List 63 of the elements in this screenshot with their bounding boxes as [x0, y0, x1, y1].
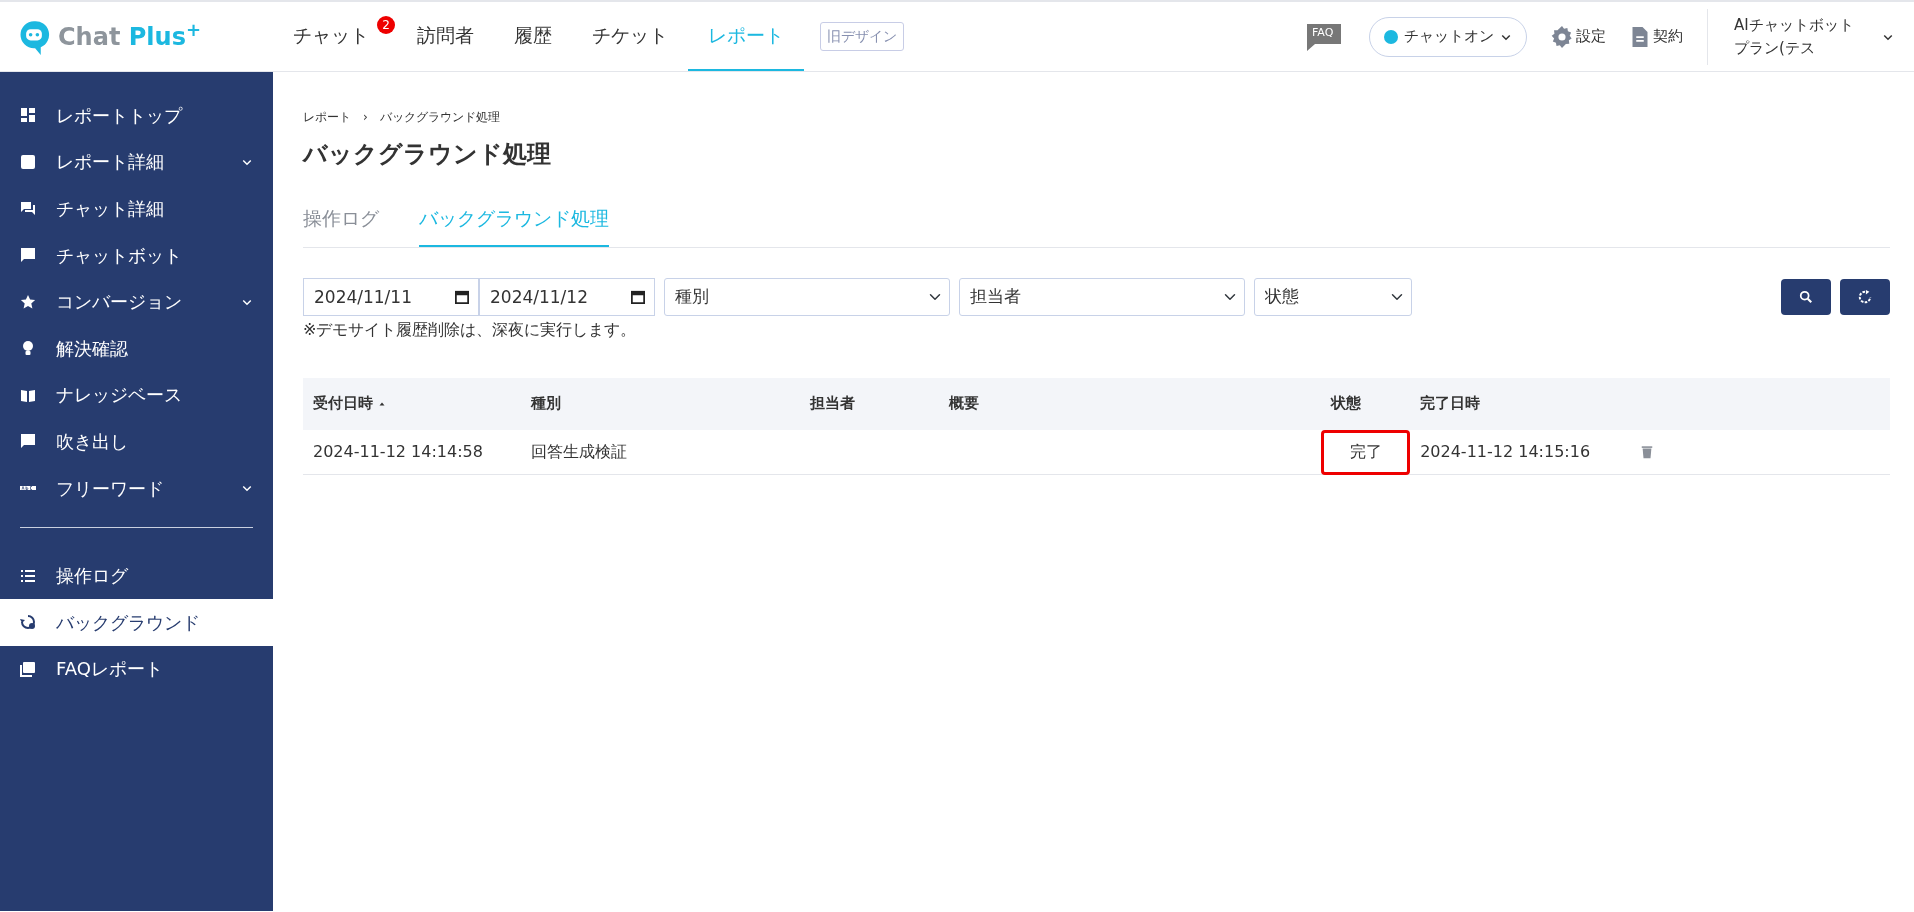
sidebar-item[interactable]: 吹き出し: [0, 418, 273, 465]
abc-icon: [20, 486, 36, 491]
refresh-button[interactable]: [1840, 278, 1890, 315]
faq-icon: [20, 660, 36, 677]
sidebar-item[interactable]: 操作ログ: [0, 552, 273, 599]
sidebar-item[interactable]: 解決確認: [0, 324, 273, 372]
contract-link[interactable]: 契約: [1630, 25, 1683, 48]
history-icon: [20, 614, 36, 631]
nav-tab[interactable]: チケット: [572, 2, 688, 71]
settings-link[interactable]: 設定: [1551, 25, 1606, 48]
message-icon: [20, 247, 36, 264]
column-header: 状態: [1321, 377, 1411, 430]
date-field[interactable]: 2024/11/11: [303, 277, 479, 316]
column-header: 完了日時: [1410, 377, 1631, 430]
table-cell: 2024-11-12 14:14:58: [313, 441, 483, 461]
chat-status-dropdown[interactable]: チャットオン: [1369, 16, 1527, 57]
page-title: バックグラウンド処理: [303, 139, 552, 170]
note-text: ※デモサイト履歴削除は、深夜に実行します。: [303, 318, 638, 341]
dashboard-icon: [20, 107, 36, 124]
breadcrumb-separator: ›: [363, 109, 368, 126]
column-header: 担当者: [800, 377, 939, 430]
logo-text: Chat Plus$^{+}$: [58, 18, 201, 53]
calendar-icon: [455, 289, 469, 304]
trash-icon[interactable]: [1640, 444, 1655, 461]
column-header: 概要: [939, 377, 1322, 430]
document-icon: [1630, 25, 1650, 48]
filter-select[interactable]: 担当者: [959, 277, 1245, 316]
sidebar-item[interactable]: レポート詳細: [0, 138, 273, 186]
nav-tab[interactable]: 履歴: [494, 2, 572, 71]
logo-icon: [18, 18, 50, 55]
search-icon: [1799, 289, 1813, 304]
settings-icon: [1551, 25, 1573, 48]
star-icon: [20, 293, 36, 310]
breadcrumb-link[interactable]: バックグラウンド処理: [379, 108, 500, 126]
list-icon: [20, 567, 36, 584]
filter-select[interactable]: 種別: [664, 277, 950, 316]
nav-tab[interactable]: 訪問者: [397, 2, 494, 71]
sidebar-item[interactable]: FAQレポート: [0, 645, 273, 693]
account-name[interactable]: AIチャットボットプラン(テス: [1734, 14, 1864, 59]
calendar-icon: [631, 289, 645, 304]
table-cell: 完了: [1349, 441, 1382, 461]
breadcrumb-link[interactable]: レポート: [303, 108, 351, 126]
refresh-icon: [1858, 289, 1872, 304]
column-header[interactable]: 受付日時: [303, 377, 521, 430]
sidebar-item[interactable]: コンバージョン: [0, 278, 273, 325]
chats-icon: [20, 200, 36, 217]
sidebar-item[interactable]: ナレッジベース: [0, 371, 273, 419]
bulb-icon: [20, 340, 36, 357]
sidebar-item[interactable]: バックグラウンド: [0, 598, 273, 646]
search-button[interactable]: [1781, 278, 1831, 315]
sidebar-item[interactable]: チャット詳細: [0, 185, 273, 232]
sidebar-item[interactable]: レポートトップ: [0, 92, 273, 139]
faq-icon[interactable]: FAQ: [1305, 21, 1343, 52]
date-field[interactable]: 2024/11/12: [479, 277, 655, 316]
nav-tab[interactable]: チャット 2: [273, 2, 397, 71]
sidebar-item[interactable]: フリーワード: [0, 464, 273, 512]
column-header: 種別: [521, 377, 800, 430]
sidebar-item[interactable]: チャットボット: [0, 231, 273, 279]
bubble-icon: [20, 433, 36, 450]
filter-select[interactable]: 状態: [1254, 277, 1412, 316]
table-cell: 2024-11-12 14:15:16: [1420, 441, 1591, 461]
table-cell: 回答生成検証: [531, 441, 627, 461]
count-badge: 2: [377, 16, 395, 34]
